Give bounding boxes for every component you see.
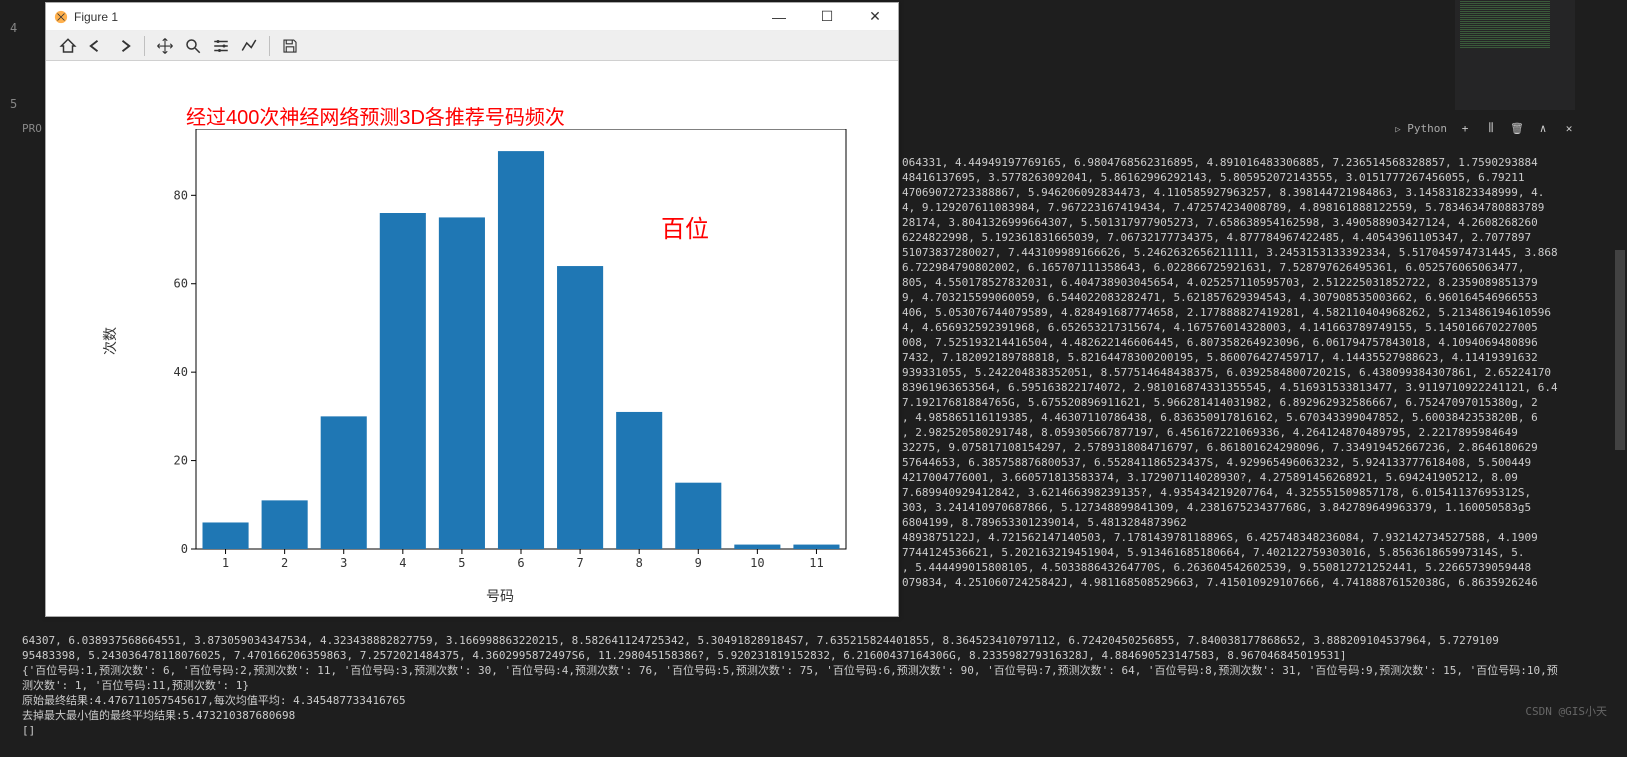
app-icon [54, 10, 68, 24]
svg-text:20: 20 [174, 454, 188, 468]
svg-text:3: 3 [340, 556, 347, 570]
chevron-up-icon[interactable]: ∧ [1535, 120, 1551, 136]
close-button[interactable]: ✕ [860, 7, 890, 27]
svg-text:11: 11 [809, 556, 823, 570]
scrollbar-vertical[interactable] [1613, 0, 1627, 757]
terminal-output-bottom[interactable]: 64307, 6.038937568664551, 3.873059034347… [22, 618, 1567, 753]
plot-area: 经过400次神经网络预测3D各推荐号码频次 百位 次数 号码 020406080… [46, 61, 898, 616]
terminal-output[interactable]: 064331, 4.44949197769165, 6.980476856231… [902, 140, 1567, 605]
svg-text:10: 10 [750, 556, 764, 570]
maximize-button[interactable]: ☐ [812, 7, 842, 27]
watermark: CSDN @GIS小天 [1525, 703, 1607, 719]
split-icon[interactable]: ⫼ [1483, 120, 1499, 136]
zoom-icon[interactable] [181, 34, 205, 58]
pan-icon[interactable] [153, 34, 177, 58]
titlebar[interactable]: Figure 1 — ☐ ✕ [46, 3, 898, 31]
svg-text:60: 60 [174, 277, 188, 291]
svg-text:40: 40 [174, 365, 188, 379]
svg-text:8: 8 [636, 556, 643, 570]
problems-tab[interactable]: PRO [22, 122, 42, 135]
svg-text:80: 80 [174, 188, 188, 202]
save-icon[interactable] [278, 34, 302, 58]
back-icon[interactable] [84, 34, 108, 58]
python-repl-label[interactable]: ▷ Python [1395, 122, 1447, 135]
matplotlib-toolbar [46, 31, 898, 61]
trash-icon[interactable]: 🗑 [1509, 120, 1525, 136]
bar-chart: 0 20 40 60 80 1 2 3 4 5 6 7 8 9 10 11 [156, 129, 856, 589]
x-axis-label: 号码 [486, 586, 514, 606]
svg-text:6: 6 [517, 556, 524, 570]
window-title: Figure 1 [74, 10, 118, 24]
home-icon[interactable] [56, 34, 80, 58]
chart-title: 经过400次神经网络预测3D各推荐号码频次 [186, 101, 565, 130]
line-number: 4 [10, 20, 17, 36]
config-icon[interactable] [209, 34, 233, 58]
minimap[interactable] [1455, 0, 1575, 110]
y-axis-label: 次数 [100, 327, 120, 355]
svg-text:7: 7 [576, 556, 583, 570]
figure-window: Figure 1 — ☐ ✕ 经过400次神经网络预测3D各推荐号码频次 百位 … [45, 2, 899, 617]
svg-text:5: 5 [458, 556, 465, 570]
svg-text:1: 1 [222, 556, 229, 570]
add-icon[interactable]: + [1457, 120, 1473, 136]
minimize-button[interactable]: — [764, 7, 794, 27]
svg-text:0: 0 [181, 542, 188, 556]
svg-text:2: 2 [281, 556, 288, 570]
svg-text:4: 4 [399, 556, 406, 570]
line-number: 5 [10, 96, 17, 112]
svg-text:9: 9 [695, 556, 702, 570]
forward-icon[interactable] [112, 34, 136, 58]
plotline-icon[interactable] [237, 34, 261, 58]
close-icon[interactable]: ✕ [1561, 120, 1577, 136]
